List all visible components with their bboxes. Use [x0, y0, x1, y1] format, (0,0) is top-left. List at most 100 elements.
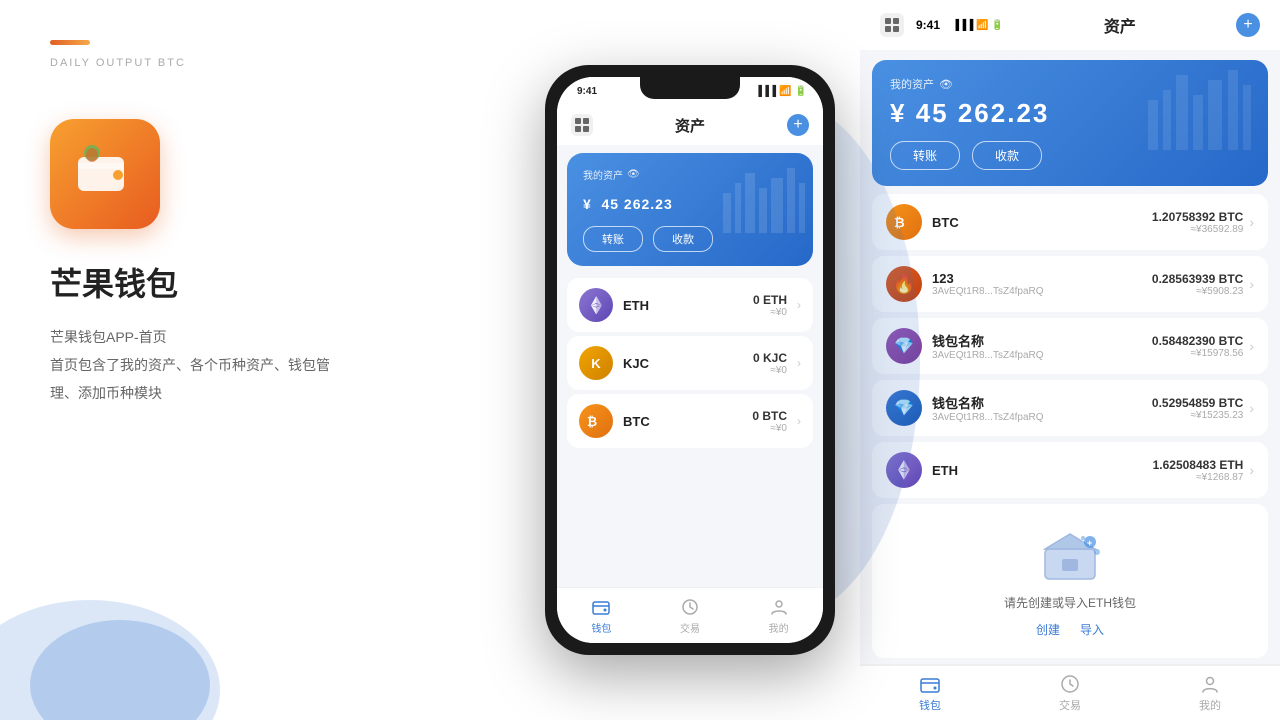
right-coin-item[interactable]: 💎钱包名称3AvEQt1R8...TsZ4fpaRQ0.52954859 BTC…: [872, 380, 1268, 436]
right-coin-approx: ≈¥5908.23: [1152, 286, 1243, 297]
right-coin-approx: ≈¥36592.89: [1152, 224, 1243, 235]
right-coin-name: 钱包名称: [932, 331, 1044, 350]
app-desc-line1: 芒果钱包APP-首页: [50, 329, 167, 345]
right-tab-我的[interactable]: 我的: [1199, 673, 1221, 713]
phone-transfer-button[interactable]: 转账: [583, 226, 643, 252]
left-panel: DAILY OUTPUT BTC 芒果钱包 芒果钱包APP-首页 首页包含了我的…: [0, 0, 520, 720]
right-tab-icon: [919, 673, 941, 695]
right-coin-item[interactable]: 🔥1233AvEQt1R8...TsZ4fpaRQ0.28563939 BTC≈…: [872, 256, 1268, 312]
right-chevron-icon: ›: [1249, 276, 1254, 292]
phone-coin-amount: 0 KJC: [753, 351, 787, 365]
app-desc-line3: 理、添加币种模块: [50, 385, 162, 401]
phone-tab-交易[interactable]: 交易: [679, 596, 701, 635]
right-tab-label: 我的: [1199, 697, 1221, 713]
phone-tab-label: 交易: [680, 620, 700, 635]
right-add-button[interactable]: +: [1236, 13, 1260, 37]
right-header-title: 资产: [1104, 13, 1136, 37]
eye-icon: 👁: [627, 169, 640, 180]
right-transfer-button[interactable]: 转账: [890, 141, 960, 170]
right-coin-name: ETH: [932, 463, 958, 478]
subtitle: DAILY OUTPUT BTC: [50, 57, 470, 69]
phone-tab-icon: [768, 596, 790, 618]
signal-icon: ▐▐▐: [755, 86, 776, 97]
right-chevron-icon: ›: [1249, 214, 1254, 230]
right-tab-label: 钱包: [919, 697, 941, 713]
right-header: 9:41 ▐▐▐ 📶 🔋 资产 +: [860, 0, 1280, 50]
phone-coin-approx: ≈¥0: [752, 423, 787, 434]
app-name: 芒果钱包: [50, 259, 470, 305]
right-coin-approx: ≈¥15978.56: [1152, 348, 1243, 359]
phone-receive-button[interactable]: 收款: [653, 226, 713, 252]
right-coin-amount: 0.52954859 BTC: [1152, 396, 1243, 410]
right-coin-approx: ≈¥15235.23: [1152, 410, 1243, 421]
right-coin-addr: 3AvEQt1R8...TsZ4fpaRQ: [932, 412, 1044, 423]
add-button[interactable]: +: [787, 114, 809, 136]
phone-mockup: 9:41 ▐▐▐ 📶 🔋 资产 +: [545, 65, 835, 655]
right-coin-list: ₿BTC1.20758392 BTC≈¥36592.89›🔥1233AvEQt1…: [860, 186, 1280, 498]
right-coin-name: 钱包名称: [932, 393, 1044, 412]
empty-box-icon: +: [1035, 524, 1105, 584]
chevron-right-icon: ›: [797, 298, 801, 312]
chevron-right-icon: ›: [797, 356, 801, 370]
accent-bar: [50, 40, 90, 45]
svg-text:+: +: [1087, 538, 1092, 548]
phone-coin-approx: ≈¥0: [753, 307, 787, 318]
phone-coin-approx: ≈¥0: [753, 365, 787, 376]
right-receive-button[interactable]: 收款: [972, 141, 1042, 170]
phone-asset-card: 我的资产 👁 ¥ 45 262.23 转账 收款: [567, 153, 813, 266]
phone-tab-icon: [679, 596, 701, 618]
right-coin-addr: 3AvEQt1R8...TsZ4fpaRQ: [932, 350, 1044, 361]
right-grid-icon[interactable]: [880, 13, 904, 37]
right-coin-item[interactable]: ₿BTC1.20758392 BTC≈¥36592.89›: [872, 194, 1268, 250]
battery-icon: 🔋: [795, 86, 807, 97]
phone-coin-amount: 0 BTC: [752, 409, 787, 423]
right-import-link[interactable]: 导入: [1080, 621, 1104, 638]
phone-coin-item[interactable]: ₿BTC0 BTC≈¥0›: [567, 394, 813, 448]
right-chevron-icon: ›: [1249, 462, 1254, 478]
phone-time: 9:41: [577, 86, 597, 97]
right-coin-name: 123: [932, 271, 1044, 286]
grid-icon[interactable]: [571, 114, 593, 136]
phone-tab-钱包[interactable]: 钱包: [590, 596, 612, 635]
right-create-link[interactable]: 创建: [1036, 621, 1060, 638]
right-coin-name: BTC: [932, 215, 959, 230]
right-coin-amount: 1.20758392 BTC: [1152, 210, 1243, 224]
right-eye-icon: 👁: [939, 78, 953, 91]
right-coin-approx: ≈¥1268.87: [1153, 472, 1244, 483]
right-asset-card: 我的资产 👁 ¥ 45 262.23 转账 收款: [872, 60, 1268, 186]
right-tab-label: 交易: [1059, 697, 1081, 713]
right-header-left: 9:41 ▐▐▐ 📶 🔋: [880, 13, 1004, 37]
right-empty-text: 请先创建或导入ETH钱包: [1004, 594, 1136, 611]
svg-text:₿: ₿: [587, 415, 597, 429]
phone-header-title: 资产: [675, 115, 705, 136]
right-tab-交易[interactable]: 交易: [1059, 673, 1081, 713]
right-tab-钱包[interactable]: 钱包: [919, 673, 941, 713]
right-coin-item[interactable]: ETH1.62508483 ETH≈¥1268.87›: [872, 442, 1268, 498]
phone-coin-item[interactable]: KKJC0 KJC≈¥0›: [567, 336, 813, 390]
right-tab-icon: [1199, 673, 1221, 695]
right-status-time: 9:41: [916, 18, 940, 32]
center-panel: 9:41 ▐▐▐ 📶 🔋 资产 +: [520, 0, 860, 720]
phone-tabbar: 钱包交易 我的: [557, 587, 823, 643]
phone-coin-amount: 0 ETH: [753, 293, 787, 307]
right-panel: 9:41 ▐▐▐ 📶 🔋 资产 + 我的资产 👁 ¥ 45 262.23 转账 …: [860, 0, 1280, 720]
app-desc: 芒果钱包APP-首页 首页包含了我的资产、各个币种资产、钱包管 理、添加币种模块: [50, 323, 470, 407]
phone-coin-item[interactable]: ETH 0 ETH≈¥0 ›: [567, 278, 813, 332]
right-coin-amount: 0.28563939 BTC: [1152, 272, 1243, 286]
right-coin-amount: 0.58482390 BTC: [1152, 334, 1243, 348]
right-coin-item[interactable]: 💎钱包名称3AvEQt1R8...TsZ4fpaRQ0.58482390 BTC…: [872, 318, 1268, 374]
right-empty-eth-box: + 请先创建或导入ETH钱包 创建 导入: [872, 504, 1268, 658]
phone-tab-label: 我的: [769, 620, 789, 635]
app-icon-wrap: [50, 119, 470, 229]
phone-screen: 9:41 ▐▐▐ 📶 🔋 资产 +: [557, 77, 823, 643]
app-icon: [50, 119, 160, 229]
phone-tab-我的[interactable]: 我的: [768, 596, 790, 635]
phone-notch: [640, 77, 740, 99]
phone-coin-name: ETH: [623, 298, 649, 313]
right-signal-icon: ▐▐▐ 📶 🔋: [952, 20, 1004, 31]
wifi-icon: 📶: [779, 86, 791, 97]
right-tabbar: 钱包 交易 我的: [860, 664, 1280, 720]
app-desc-line2: 首页包含了我的资产、各个币种资产、钱包管: [50, 357, 330, 373]
right-coin-addr: 3AvEQt1R8...TsZ4fpaRQ: [932, 286, 1044, 297]
chevron-right-icon: ›: [797, 414, 801, 428]
